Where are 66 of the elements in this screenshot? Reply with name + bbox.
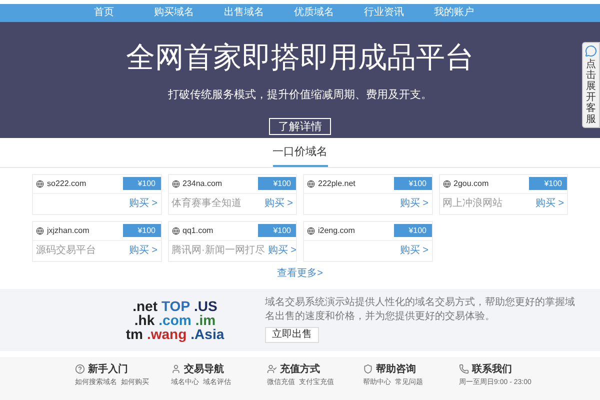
phone-icon xyxy=(459,364,469,374)
domain-name: 2gou.com xyxy=(454,178,490,190)
domain-name: so222.com xyxy=(47,178,88,190)
globe-icon xyxy=(307,226,315,234)
price-tag: ¥100 xyxy=(258,224,296,237)
domain-name: 222ple.net xyxy=(318,178,356,190)
footer-heading: 联系我们 xyxy=(472,362,512,376)
buy-link[interactable]: 购买 > xyxy=(532,198,564,208)
globe-icon xyxy=(307,180,315,188)
domain-name: i2eng.com xyxy=(318,224,356,236)
domain-description: 腾讯网·新闻一网打尽 xyxy=(172,246,265,256)
footer-heading: 帮助咨询 xyxy=(376,362,416,376)
buy-link[interactable]: 购买 > xyxy=(261,198,293,208)
price-tag: ¥100 xyxy=(122,224,160,237)
chat-icon xyxy=(585,45,597,57)
logo-word: .hk xyxy=(134,312,155,326)
price-tag: ¥100 xyxy=(122,177,160,190)
domain-description: 体育赛事全知道 xyxy=(172,198,242,208)
footer-heading: 交易导航 xyxy=(184,362,224,376)
learn-more-button[interactable]: 了解详情 xyxy=(269,118,331,134)
hero-title: 全网首家即搭即用成品平台 xyxy=(126,44,474,73)
buy-link[interactable]: 购买 > xyxy=(396,246,428,256)
nav-link[interactable]: 出售域名 xyxy=(224,8,264,18)
logo-word: .wang xyxy=(146,326,187,340)
footer-heading: 充值方式 xyxy=(280,362,320,376)
user-icon xyxy=(171,364,181,374)
section-tab[interactable]: 一口价域名 xyxy=(272,144,328,166)
service-tab-text: 点击展开客服 xyxy=(586,59,596,125)
nav-link[interactable]: 行业资讯 xyxy=(364,8,404,18)
domain-name: qq1.com xyxy=(182,224,214,236)
logo-word: .net xyxy=(132,298,158,312)
hero-subtitle: 打破传统服务模式，提升价值缩减周期、费用及开支。 xyxy=(168,87,432,103)
globe-icon xyxy=(172,180,180,188)
sell-now-button[interactable]: 立即出售 xyxy=(265,327,319,343)
nav-link[interactable]: 购买域名 xyxy=(154,8,194,18)
domain-name: 234na.com xyxy=(182,178,224,190)
buy-link[interactable]: 购买 > xyxy=(264,246,296,256)
nav-link[interactable]: 我的账户 xyxy=(434,8,474,18)
domain-name: jxjzhan.com xyxy=(47,224,90,236)
nav-link[interactable]: 优质域名 xyxy=(294,8,334,18)
logo-word: tm xyxy=(126,326,143,340)
footer-heading: 新手入门 xyxy=(88,362,128,376)
globe-icon xyxy=(172,226,180,234)
help-icon xyxy=(75,364,85,374)
nav-link[interactable]: 首页 xyxy=(84,8,124,18)
view-more-link[interactable]: 查看更多> xyxy=(277,266,323,280)
price-tag: ¥100 xyxy=(529,177,567,190)
logo-word: .im xyxy=(195,312,216,326)
domain-description: 源码交易平台 xyxy=(36,246,96,256)
globe-icon xyxy=(442,180,450,188)
globe-icon xyxy=(36,180,44,188)
promo-text: 域名交易系统演示站提供人性化的域名交易方式，帮助您更好的掌握域名出售的速度和价格，并为您提供更好的交易体验。 xyxy=(265,296,575,324)
domain-description: 网上冲浪网站 xyxy=(442,198,502,208)
price-tag: ¥100 xyxy=(394,224,432,237)
price-tag: ¥100 xyxy=(394,177,432,190)
logo-word: .Asia xyxy=(190,326,224,340)
logo-word: .com xyxy=(158,312,192,326)
logo-word: .US xyxy=(194,298,218,312)
price-tag: ¥100 xyxy=(258,177,296,190)
customer-service-tab[interactable]: 点击展开客服 xyxy=(582,42,600,128)
buy-link[interactable]: 购买 > xyxy=(126,246,158,256)
buy-link[interactable]: 购买 > xyxy=(396,198,428,208)
globe-icon xyxy=(36,226,44,234)
buy-link[interactable]: 购买 > xyxy=(126,198,158,208)
logo-word: TOP xyxy=(162,298,190,312)
shield-icon xyxy=(363,364,373,374)
